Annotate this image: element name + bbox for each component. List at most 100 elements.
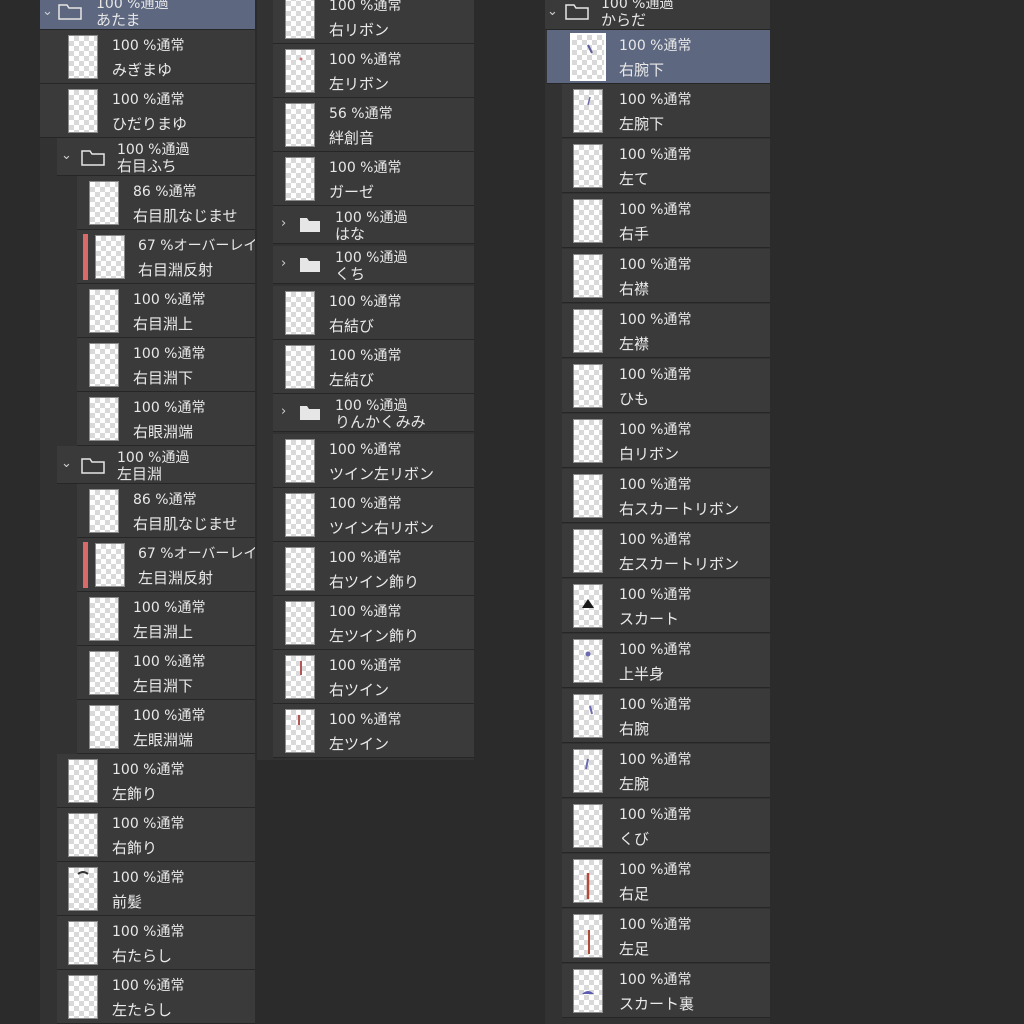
layer-row[interactable]: 100 %通常 左眼淵端	[77, 700, 255, 754]
layer-group-outline[interactable]: › 100 %通過 りんかくみみ	[273, 394, 474, 432]
layer-thumbnail	[285, 601, 315, 645]
layer-mode: 100 %通常	[112, 924, 185, 940]
layer-row[interactable]: 100 %通常 左腕	[562, 744, 770, 798]
layer-row[interactable]: 100 %通常 左襟	[562, 304, 770, 358]
layer-row[interactable]: 100 %通常 スカート裏	[562, 964, 770, 1018]
layer-group-right-eye[interactable]: ⌄ 100 %通過 右目ふち	[57, 138, 255, 176]
layer-row[interactable]: 100 %通常 右ツイン飾り	[273, 542, 474, 596]
chevron-down-icon[interactable]: ⌄	[61, 148, 72, 163]
folder-icon	[300, 406, 320, 420]
layer-row-selected[interactable]: 100 %通常 右腕下	[547, 30, 770, 84]
layer-thumbnail	[573, 419, 603, 463]
layer-name: 右ツイン飾り	[329, 573, 420, 591]
layer-row[interactable]: 100 %通常 左たらし	[57, 970, 255, 1024]
layer-name: りんかくみみ	[335, 413, 426, 431]
layer-row[interactable]: 100 %通常 左結び	[273, 340, 474, 394]
layer-row[interactable]: 100 %通常 右ツイン	[273, 650, 474, 704]
layer-group-left-eye[interactable]: ⌄ 100 %通過 左目淵	[57, 446, 255, 484]
color-label	[83, 542, 88, 588]
layer-name: 右目淵下	[133, 369, 194, 387]
layer-thumbnail	[285, 655, 315, 699]
chevron-right-icon[interactable]: ›	[281, 404, 286, 419]
chevron-down-icon[interactable]: ⌄	[61, 456, 72, 471]
layer-name: 右スカートリボン	[619, 500, 740, 518]
thumbnail-art	[300, 661, 302, 675]
layer-row[interactable]: 100 %通常 右スカートリボン	[562, 469, 770, 523]
layer-mode: 100 %通常	[329, 604, 402, 620]
layer-row[interactable]: 100 %通常 左スカートリボン	[562, 524, 770, 578]
layer-row[interactable]: 100 %通常 右手	[562, 194, 770, 248]
layer-row[interactable]: 100 %通常 みぎまゆ	[40, 30, 255, 84]
layer-row[interactable]: 100 %通常 ツイン左リボン	[273, 434, 474, 488]
layer-group-body[interactable]: ⌄ 100 %通過 からだ	[545, 0, 770, 30]
chevron-down-icon[interactable]: ⌄	[547, 4, 558, 19]
layer-mode: 100 %通常	[133, 600, 206, 616]
layer-group-nose[interactable]: › 100 %通過 はな	[273, 206, 474, 244]
folder-icon	[565, 4, 589, 20]
layer-thumbnail	[573, 254, 603, 298]
layer-row[interactable]: 100 %通常 左ツイン飾り	[273, 596, 474, 650]
layer-row[interactable]: 100 %通常 ひも	[562, 359, 770, 413]
chevron-right-icon[interactable]: ›	[281, 216, 286, 231]
layer-name: 右飾り	[112, 839, 158, 857]
thumbnail-art	[588, 930, 590, 954]
layer-row[interactable]: 100 %通常 白リボン	[562, 414, 770, 468]
chevron-down-icon[interactable]: ⌄	[42, 4, 53, 19]
thumbnail-art	[587, 96, 591, 106]
layer-row[interactable]: 100 %通常 左足	[562, 909, 770, 963]
layer-thumbnail	[68, 89, 98, 133]
layer-row[interactable]: 100 %通常 右リボン	[273, 0, 474, 44]
layer-row[interactable]: 100 %通常 左て	[562, 139, 770, 193]
layer-group-head[interactable]: ⌄ 100 %通過 あたま	[40, 0, 255, 30]
layer-row[interactable]: 100 %通常 上半身	[562, 634, 770, 688]
layer-thumbnail	[573, 199, 603, 243]
layer-row[interactable]: 100 %通常 右目淵下	[77, 338, 255, 392]
layer-row[interactable]: 100 %通常 左腕下	[562, 84, 770, 138]
layer-row[interactable]: 100 %通常 左目淵下	[77, 646, 255, 700]
layer-row[interactable]: 100 %通常 左リボン	[273, 44, 474, 98]
layer-mode: 100 %通常	[329, 0, 402, 14]
chevron-right-icon[interactable]: ›	[281, 256, 286, 271]
layer-row[interactable]: 100 %通常 右結び	[273, 286, 474, 340]
layer-thumbnail	[89, 289, 119, 333]
layer-row[interactable]: 100 %通常 ガーゼ	[273, 152, 474, 206]
layer-name: 右目肌なじませ	[133, 207, 238, 225]
layer-row[interactable]: 100 %通常 ツイン右リボン	[273, 488, 474, 542]
layer-row[interactable]: 100 %通常 右足	[562, 854, 770, 908]
layer-row[interactable]: 100 %通常 右飾り	[57, 808, 255, 862]
layer-row[interactable]: 100 %通常 前髪	[57, 862, 255, 916]
layer-mode: 100 %通常	[329, 712, 402, 728]
layer-row[interactable]: 67 %オーバーレイ 左目淵反射	[77, 538, 255, 592]
layer-name: 左襟	[619, 335, 650, 353]
layer-row[interactable]: 100 %通常 ひだりまゆ	[40, 84, 255, 138]
layer-name: 右襟	[619, 280, 650, 298]
layer-row[interactable]: 67 %オーバーレイ 右目淵反射	[77, 230, 255, 284]
layer-thumbnail	[285, 0, 315, 39]
layer-thumbnail	[89, 705, 119, 749]
layer-thumbnail	[68, 921, 98, 965]
layer-row[interactable]: 86 %通常 右目肌なじませ	[77, 484, 255, 538]
layer-row[interactable]: 86 %通常 右目肌なじませ	[77, 176, 255, 230]
layer-row[interactable]: 100 %通常 右目淵上	[77, 284, 255, 338]
layer-mode: 100 %通常	[133, 400, 206, 416]
layer-row[interactable]: 100 %通常 右たらし	[57, 916, 255, 970]
layer-row[interactable]: 100 %通常 左目淵上	[77, 592, 255, 646]
layer-thumbnail	[573, 584, 603, 628]
layer-row[interactable]: 100 %通常 右腕	[562, 689, 770, 743]
layer-name: 左ツイン飾り	[329, 627, 420, 645]
layer-thumbnail	[285, 439, 315, 483]
layer-thumbnail	[573, 529, 603, 573]
layer-row[interactable]: 100 %通常 左飾り	[57, 754, 255, 808]
layer-row[interactable]: 100 %通常 右襟	[562, 249, 770, 303]
layer-mode: 100 %通常	[329, 550, 402, 566]
layer-name: 右リボン	[329, 21, 390, 39]
layer-row[interactable]: 100 %通常 スカート	[562, 579, 770, 633]
layer-row[interactable]: 100 %通常 左ツイン	[273, 704, 474, 758]
layer-group-mouth[interactable]: › 100 %通過 くち	[273, 246, 474, 284]
layer-name: スカート	[619, 610, 680, 628]
folder-icon	[58, 4, 82, 20]
layer-row[interactable]: 56 %通常 絆創音	[273, 98, 474, 152]
layer-row[interactable]: 100 %通常 くび	[562, 799, 770, 853]
layer-mode: 86 %通常	[133, 184, 197, 200]
layer-row[interactable]: 100 %通常 右眼淵端	[77, 392, 255, 446]
